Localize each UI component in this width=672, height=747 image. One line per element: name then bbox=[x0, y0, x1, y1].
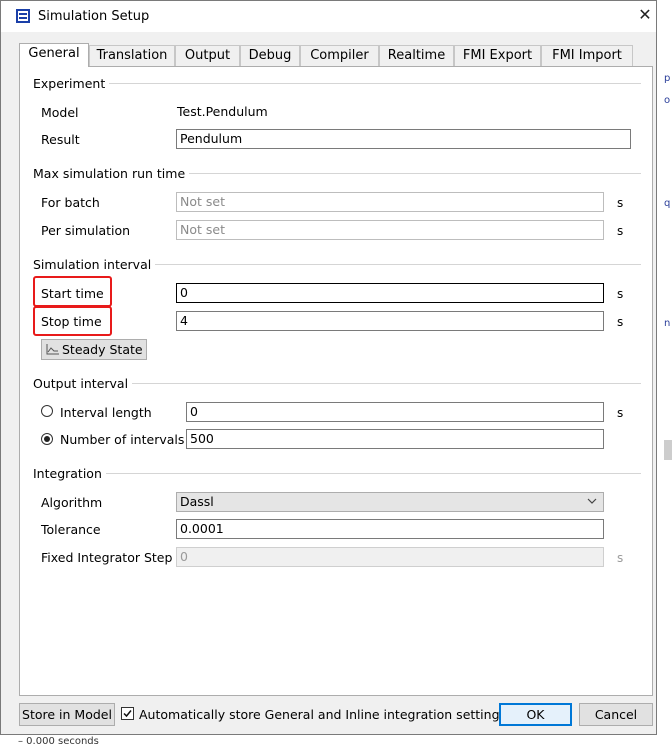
group-separator bbox=[101, 473, 641, 474]
checkmark-icon bbox=[123, 710, 132, 718]
fixed-integrator-step-label: Fixed Integrator Step bbox=[41, 550, 173, 565]
max-run-time-group-title: Max simulation run time bbox=[33, 166, 190, 181]
background-fragment: q bbox=[664, 198, 671, 209]
group-separator bbox=[101, 83, 641, 84]
per-simulation-label: Per simulation bbox=[41, 223, 131, 238]
background-scrollbar-thumb bbox=[664, 440, 672, 460]
group-separator bbox=[143, 264, 641, 265]
stop-time-unit: s bbox=[617, 315, 624, 329]
result-input[interactable]: Pendulum bbox=[176, 129, 631, 149]
cancel-button[interactable]: Cancel bbox=[579, 703, 653, 726]
steady-state-label: Steady State bbox=[62, 342, 143, 357]
interval-length-unit: s bbox=[617, 406, 624, 420]
interval-length-radio[interactable] bbox=[41, 405, 53, 417]
result-label: Result bbox=[41, 132, 80, 147]
ok-button[interactable]: OK bbox=[499, 703, 572, 726]
algorithm-label: Algorithm bbox=[41, 495, 103, 510]
tolerance-input[interactable]: 0.0001 bbox=[176, 519, 604, 539]
tab-fmi-import[interactable]: FMI Import bbox=[541, 45, 633, 66]
title-bar[interactable]: Simulation Setup ✕ bbox=[1, 1, 656, 32]
for-batch-input[interactable]: Not set bbox=[176, 192, 604, 212]
group-separator bbox=[122, 383, 641, 384]
auto-store-checkbox[interactable] bbox=[121, 707, 134, 720]
background-fragment: – 0.000 seconds bbox=[18, 736, 99, 747]
tab-general[interactable]: General bbox=[19, 43, 89, 67]
chevron-down-icon bbox=[587, 495, 597, 513]
tolerance-label: Tolerance bbox=[41, 522, 101, 537]
model-label: Model bbox=[41, 105, 79, 120]
tab-realtime[interactable]: Realtime bbox=[379, 45, 454, 66]
fixed-integrator-step-unit: s bbox=[617, 551, 624, 565]
window-title: Simulation Setup bbox=[38, 9, 150, 24]
start-time-label: Start time bbox=[41, 286, 104, 301]
number-of-intervals-radio[interactable] bbox=[41, 433, 53, 445]
integration-group-title: Integration bbox=[33, 466, 106, 481]
background-fragment: o bbox=[664, 95, 671, 106]
experiment-group-title: Experiment bbox=[33, 76, 110, 91]
output-interval-group-title: Output interval bbox=[33, 376, 133, 391]
background-fragment: n bbox=[664, 318, 671, 329]
tab-translation[interactable]: Translation bbox=[89, 45, 175, 66]
group-separator bbox=[177, 173, 641, 174]
stop-time-input[interactable]: 4 bbox=[176, 311, 604, 331]
start-time-unit: s bbox=[617, 287, 624, 301]
for-batch-label: For batch bbox=[41, 195, 100, 210]
auto-store-label: Automatically store General and Inline i… bbox=[139, 707, 507, 722]
algorithm-select[interactable]: Dassl bbox=[176, 492, 604, 512]
app-icon bbox=[16, 9, 30, 23]
store-in-model-button[interactable]: Store in Model bbox=[19, 703, 115, 726]
per-simulation-unit: s bbox=[617, 224, 624, 238]
close-button[interactable]: ✕ bbox=[634, 4, 656, 26]
number-of-intervals-input[interactable]: 500 bbox=[186, 429, 604, 449]
tab-debug[interactable]: Debug bbox=[240, 45, 300, 66]
simulation-setup-dialog: Simulation Setup ✕ General Translation O… bbox=[0, 0, 657, 735]
background-fragment: p bbox=[664, 73, 671, 84]
steady-state-icon bbox=[46, 341, 60, 360]
model-value: Test.Pendulum bbox=[177, 104, 268, 119]
stop-time-label: Stop time bbox=[41, 314, 102, 329]
simulation-interval-group-title: Simulation interval bbox=[33, 257, 156, 272]
tab-output[interactable]: Output bbox=[175, 45, 240, 66]
steady-state-button[interactable]: Steady State bbox=[41, 339, 147, 360]
for-batch-unit: s bbox=[617, 196, 624, 210]
per-simulation-input[interactable]: Not set bbox=[176, 220, 604, 240]
tab-fmi-export[interactable]: FMI Export bbox=[454, 45, 541, 66]
interval-length-label: Interval length bbox=[60, 405, 152, 420]
interval-length-input[interactable]: 0 bbox=[186, 402, 604, 422]
tab-compiler[interactable]: Compiler bbox=[300, 45, 379, 66]
fixed-integrator-step-input: 0 bbox=[176, 547, 604, 567]
algorithm-value: Dassl bbox=[180, 494, 214, 509]
start-time-input[interactable]: 0 bbox=[176, 283, 604, 303]
number-of-intervals-label: Number of intervals bbox=[60, 432, 185, 447]
